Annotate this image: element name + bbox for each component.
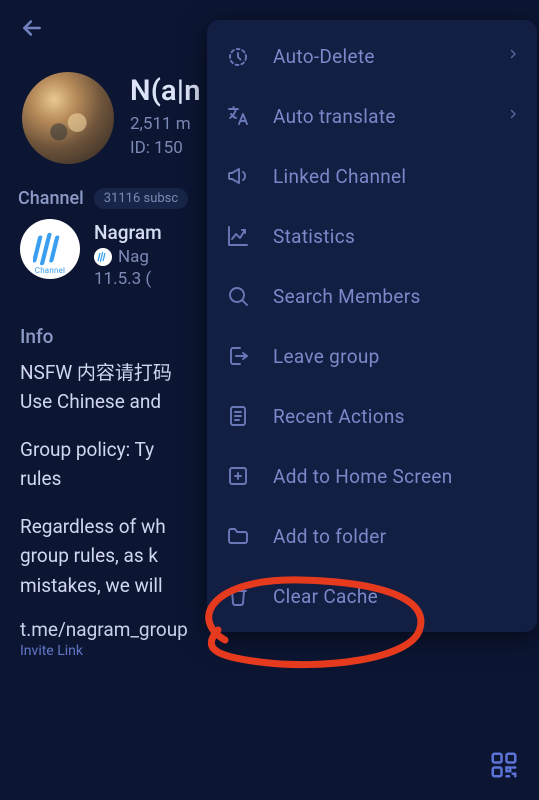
channel-version: 11.5.3 (	[94, 269, 162, 289]
add-home-icon	[225, 463, 251, 489]
channel-section-label: Channel	[18, 188, 84, 209]
menu-item-label: Linked Channel	[273, 165, 519, 188]
menu-item-clear-cache[interactable]: Clear Cache	[207, 566, 537, 626]
chevron-right-icon	[507, 44, 519, 69]
chevron-right-icon	[507, 104, 519, 129]
menu-item-auto-delete[interactable]: Auto-Delete	[207, 26, 537, 86]
translate-icon	[225, 103, 251, 129]
menu-item-label: Add to folder	[273, 525, 519, 548]
leave-icon	[225, 343, 251, 369]
overflow-menu: Auto-Delete Auto translate Linked Channel S…	[207, 20, 537, 632]
menu-item-label: Search Members	[273, 285, 519, 308]
channel-mini-icon	[94, 248, 112, 266]
menu-item-label: Leave group	[273, 345, 519, 368]
megaphone-icon	[225, 163, 251, 189]
group-members: 2,511 m	[130, 113, 201, 137]
menu-item-add-to-folder[interactable]: Add to folder	[207, 506, 537, 566]
menu-item-search-members[interactable]: Search Members	[207, 266, 537, 326]
subscriber-pill: 31116 subsc	[94, 188, 188, 209]
qr-button[interactable]	[487, 748, 521, 782]
menu-item-label: Recent Actions	[273, 405, 519, 428]
search-icon	[225, 283, 251, 309]
folder-icon	[225, 523, 251, 549]
group-title: N(a|n	[130, 74, 201, 108]
menu-item-recent-actions[interactable]: Recent Actions	[207, 386, 537, 446]
group-id: ID: 150	[130, 137, 201, 161]
menu-item-label: Auto-Delete	[273, 45, 485, 68]
timer-icon	[225, 43, 251, 69]
recent-icon	[225, 403, 251, 429]
menu-item-add-to-home-screen[interactable]: Add to Home Screen	[207, 446, 537, 506]
menu-item-label: Clear Cache	[273, 585, 519, 608]
trash-icon	[225, 583, 251, 609]
channel-avatar: Channel	[20, 219, 80, 279]
channel-avatar-caption: Channel	[35, 266, 65, 275]
invite-link-label: Invite Link	[20, 643, 519, 659]
back-button[interactable]	[12, 8, 52, 48]
menu-item-label: Add to Home Screen	[273, 465, 519, 488]
stats-icon	[225, 223, 251, 249]
menu-item-label: Auto translate	[273, 105, 485, 128]
menu-item-statistics[interactable]: Statistics	[207, 206, 537, 266]
channel-subtext: Nag	[118, 247, 149, 267]
channel-name: Nagram	[94, 221, 162, 244]
menu-item-linked-channel[interactable]: Linked Channel	[207, 146, 537, 206]
group-avatar[interactable]	[22, 72, 114, 164]
menu-item-label: Statistics	[273, 225, 519, 248]
menu-item-auto-translate[interactable]: Auto translate	[207, 86, 537, 146]
menu-item-leave-group[interactable]: Leave group	[207, 326, 537, 386]
